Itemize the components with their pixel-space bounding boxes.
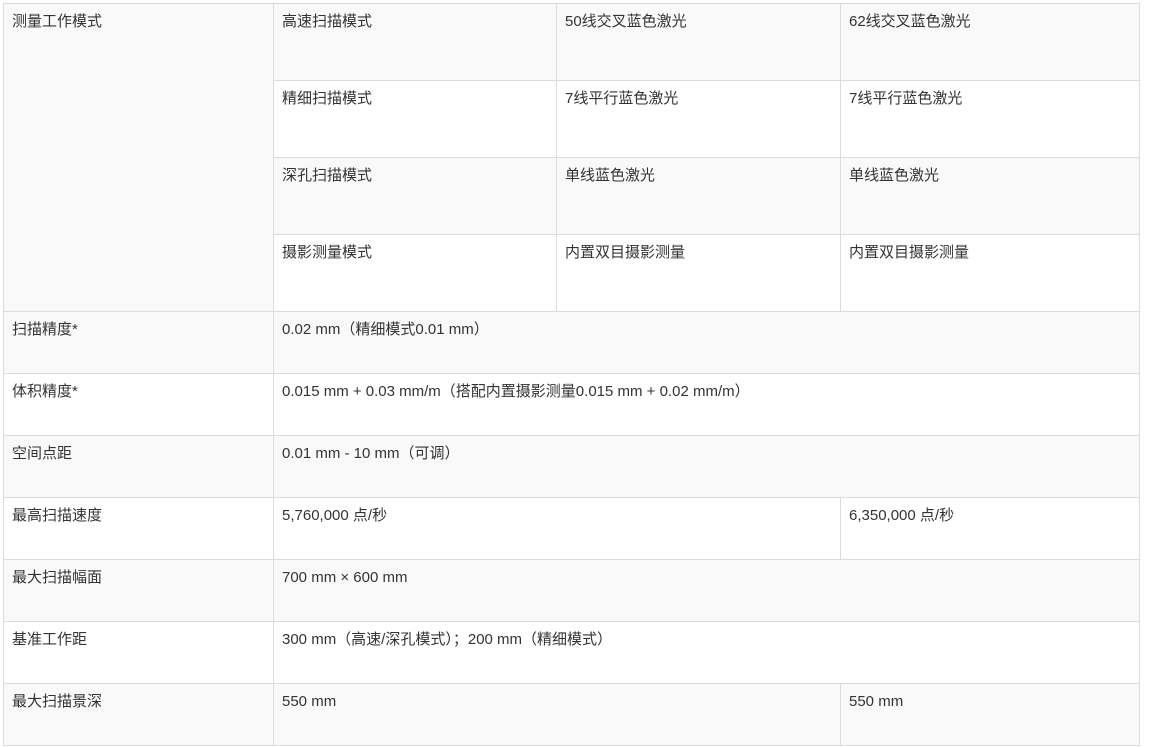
- mode-model-a: 7线平行蓝色激光: [565, 90, 679, 107]
- mode-name: 高速扫描模式: [282, 13, 373, 30]
- spec-value-cell: 550 mm: [273, 683, 841, 746]
- mode-model-b-cell: 62线交叉蓝色激光: [840, 3, 1140, 81]
- spec-value-cell: 300 mm（高速/深孔模式）；200 mm（精细模式）: [273, 621, 1140, 684]
- depth-of-field-value-a: 550 mm: [282, 693, 337, 710]
- spec-table: 测量工作模式 高速扫描模式 50线交叉蓝色激光 62线交叉蓝色激光 精细扫描模式…: [3, 3, 1140, 746]
- spec-label-cell: 体积精度*: [3, 373, 274, 436]
- spec-value-cell: 700 mm × 600 mm: [273, 559, 1140, 622]
- table-row: 扫描精度* 0.02 mm（精细模式0.01 mm）: [3, 311, 1140, 374]
- mode-model-a: 50线交叉蓝色激光: [565, 13, 687, 30]
- point-distance-label: 空间点距: [12, 445, 73, 462]
- mode-model-b-cell: 单线蓝色激光: [840, 157, 1140, 235]
- mode-model-b: 7线平行蓝色激光: [849, 90, 963, 107]
- scan-accuracy-label: 扫描精度*: [12, 321, 78, 338]
- mode-name: 精细扫描模式: [282, 90, 373, 107]
- mode-name: 深孔扫描模式: [282, 167, 373, 184]
- mode-model-b: 内置双目摄影测量: [849, 244, 970, 261]
- max-scan-speed-value-a: 5,760,000 点/秒: [282, 507, 388, 524]
- table-row: 最大扫描幅面 700 mm × 600 mm: [3, 559, 1140, 622]
- depth-of-field-value-b: 550 mm: [849, 693, 904, 710]
- table-row: 基准工作距 300 mm（高速/深孔模式）；200 mm（精细模式）: [3, 621, 1140, 684]
- spec-label-cell: 最高扫描速度: [3, 497, 274, 560]
- spec-value-cell: 6,350,000 点/秒: [840, 497, 1140, 560]
- mode-model-a-cell: 内置双目摄影测量: [556, 234, 841, 312]
- mode-model-b: 62线交叉蓝色激光: [849, 13, 971, 30]
- spec-label-cell: 基准工作距: [3, 621, 274, 684]
- mode-name: 摄影测量模式: [282, 244, 373, 261]
- max-scan-area-value: 700 mm × 600 mm: [282, 569, 408, 586]
- spec-value-cell: 550 mm: [840, 683, 1140, 746]
- depth-of-field-label: 最大扫描景深: [12, 693, 103, 710]
- table-row: 空间点距 0.01 mm - 10 mm（可调）: [3, 435, 1140, 498]
- table-row: 最高扫描速度 5,760,000 点/秒 6,350,000 点/秒: [3, 497, 1140, 560]
- volumetric-accuracy-label: 体积精度*: [12, 383, 78, 400]
- mode-label-cell: 测量工作模式: [3, 3, 274, 312]
- spec-label-cell: 扫描精度*: [3, 311, 274, 374]
- mode-model-b: 单线蓝色激光: [849, 167, 940, 184]
- mode-model-b-cell: 7线平行蓝色激光: [840, 80, 1140, 158]
- mode-model-b-cell: 内置双目摄影测量: [840, 234, 1140, 312]
- spec-label-cell: 最大扫描幅面: [3, 559, 274, 622]
- max-scan-area-label: 最大扫描幅面: [12, 569, 103, 586]
- spec-label-cell: 最大扫描景深: [3, 683, 274, 746]
- mode-name-cell: 精细扫描模式: [273, 80, 557, 158]
- scan-accuracy-value: 0.02 mm（精细模式0.01 mm）: [282, 321, 489, 338]
- spec-label-cell: 空间点距: [3, 435, 274, 498]
- mode-model-a-cell: 7线平行蓝色激光: [556, 80, 841, 158]
- mode-name-cell: 摄影测量模式: [273, 234, 557, 312]
- volumetric-accuracy-value: 0.015 mm + 0.03 mm/m（搭配内置摄影测量0.015 mm + …: [282, 383, 750, 400]
- standoff-distance-label: 基准工作距: [12, 631, 88, 648]
- point-distance-value: 0.01 mm - 10 mm（可调）: [282, 445, 460, 462]
- mode-model-a-cell: 单线蓝色激光: [556, 157, 841, 235]
- max-scan-speed-label: 最高扫描速度: [12, 507, 103, 524]
- table-row: 最大扫描景深 550 mm 550 mm: [3, 683, 1140, 746]
- mode-model-a: 单线蓝色激光: [565, 167, 656, 184]
- standoff-distance-value: 300 mm（高速/深孔模式）；200 mm（精细模式）: [282, 631, 613, 648]
- spec-value-cell: 0.02 mm（精细模式0.01 mm）: [273, 311, 1140, 374]
- mode-model-a-cell: 50线交叉蓝色激光: [556, 3, 841, 81]
- table-row: 测量工作模式 高速扫描模式 50线交叉蓝色激光 62线交叉蓝色激光: [3, 3, 1140, 312]
- mode-name-cell: 深孔扫描模式: [273, 157, 557, 235]
- spec-value-cell: 0.015 mm + 0.03 mm/m（搭配内置摄影测量0.015 mm + …: [273, 373, 1140, 436]
- table-row: 体积精度* 0.015 mm + 0.03 mm/m（搭配内置摄影测量0.015…: [3, 373, 1140, 436]
- spec-value-cell: 0.01 mm - 10 mm（可调）: [273, 435, 1140, 498]
- mode-name-cell: 高速扫描模式: [273, 3, 557, 81]
- mode-label: 测量工作模式: [12, 13, 103, 30]
- max-scan-speed-value-b: 6,350,000 点/秒: [849, 507, 955, 524]
- spec-value-cell: 5,760,000 点/秒: [273, 497, 841, 560]
- mode-model-a: 内置双目摄影测量: [565, 244, 686, 261]
